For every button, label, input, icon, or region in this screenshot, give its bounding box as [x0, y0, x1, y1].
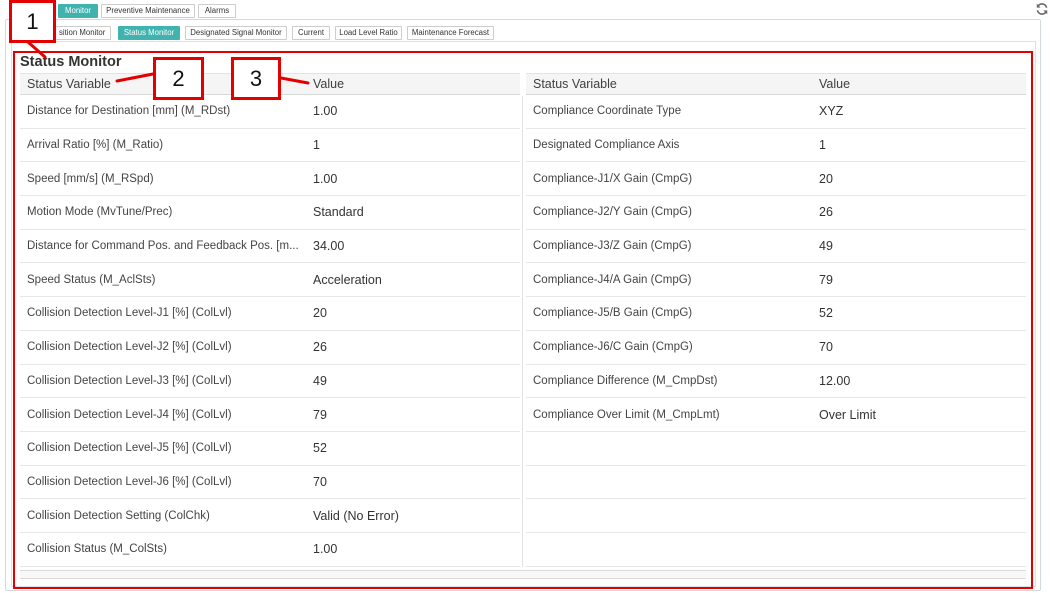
value-cell: XYZ	[819, 104, 844, 119]
value-cell: Over Limit	[819, 407, 876, 422]
value-cell: 49	[313, 373, 327, 388]
status-variable-cell: Compliance-J3/Z Gain (CmpG)	[533, 240, 692, 253]
tab-maintenance-forecast[interactable]: Maintenance Forecast	[407, 26, 494, 40]
table-header: Status Variable Value	[526, 73, 1026, 95]
table-row-empty	[526, 432, 1026, 466]
value-cell: Acceleration	[313, 272, 382, 287]
status-variable-cell: Compliance-J2/Y Gain (CmpG)	[533, 206, 692, 219]
value-cell: Standard	[313, 205, 364, 220]
table-row: Motion Mode (MvTune/Prec) Standard	[20, 196, 520, 230]
value-cell: 52	[313, 441, 327, 456]
status-variable-cell: Collision Detection Level-J3 [%] (ColLvl…	[27, 374, 232, 387]
refresh-icon[interactable]	[1035, 2, 1049, 16]
status-variable-cell: Collision Detection Level-J5 [%] (ColLvl…	[27, 442, 232, 455]
table-row: Compliance Difference (M_CmpDst) 12.00	[526, 365, 1026, 399]
table-row-empty	[526, 533, 1026, 567]
table-row: Compliance Over Limit (M_CmpLmt) Over Lim…	[526, 398, 1026, 432]
table-row: Designated Compliance Axis 1	[526, 129, 1026, 163]
value-cell: 34.00	[313, 239, 345, 254]
status-variable-cell: Speed Status (M_AclSts)	[27, 273, 156, 286]
value-cell: 20	[313, 306, 327, 321]
table-row-empty	[526, 499, 1026, 533]
status-variable-cell: Compliance-J5/B Gain (CmpG)	[533, 307, 693, 320]
table-row: Collision Detection Level-J1 [%] (ColLvl…	[20, 297, 520, 331]
table-row: Compliance Coordinate Type XYZ	[526, 95, 1026, 129]
table-row: Distance for Command Pos. and Feedback P…	[20, 230, 520, 264]
tab-monitor[interactable]: Monitor	[58, 4, 98, 18]
status-variable-cell: Compliance Coordinate Type	[533, 105, 682, 118]
value-cell: 52	[819, 306, 833, 321]
table-row: Collision Detection Level-J2 [%] (ColLvl…	[20, 331, 520, 365]
status-variable-cell: Collision Status (M_ColSts)	[27, 543, 167, 556]
table-divider	[522, 96, 523, 567]
table-row: Compliance-J5/B Gain (CmpG) 52	[526, 297, 1026, 331]
status-variable-cell: Arrival Ratio [%] (M_Ratio)	[27, 139, 164, 152]
status-table-right: Status Variable Value Compliance Coordin…	[526, 73, 1026, 567]
tab-load-level-ratio[interactable]: Load Level Ratio	[335, 26, 402, 40]
value-cell: 20	[819, 171, 833, 186]
table-row: Arrival Ratio [%] (M_Ratio) 1	[20, 129, 520, 163]
status-variable-cell: Motion Mode (MvTune/Prec)	[27, 206, 173, 219]
table-row: Collision Detection Level-J5 [%] (ColLvl…	[20, 432, 520, 466]
header-value: Value	[819, 77, 851, 91]
tab-position-monitor[interactable]: sition Monitor	[50, 26, 111, 40]
table-row: Collision Detection Setting (ColChk) Vali…	[20, 499, 520, 533]
value-cell: 49	[819, 239, 833, 254]
table-row: Collision Detection Level-J3 [%] (ColLvl…	[20, 365, 520, 399]
value-cell: 79	[819, 272, 833, 287]
status-variable-cell: Compliance-J1/X Gain (CmpG)	[533, 172, 693, 185]
table-row: Collision Detection Level-J4 [%] (ColLvl…	[20, 398, 520, 432]
status-variable-cell: Compliance-J4/A Gain (CmpG)	[533, 273, 692, 286]
value-cell: 79	[313, 407, 327, 422]
table-row: Collision Status (M_ColSts) 1.00	[20, 533, 520, 567]
table-row: Compliance-J3/Z Gain (CmpG) 49	[526, 230, 1026, 264]
table-row-empty	[526, 466, 1026, 500]
value-cell: 1	[819, 138, 826, 153]
status-table-left: Status Variable Value Distance for Desti…	[20, 73, 520, 567]
value-cell: 1.00	[313, 542, 338, 557]
status-variable-cell: Speed [mm/s] (M_RSpd)	[27, 172, 154, 185]
table-row: Distance for Destination [mm] (M_RDst) 1.…	[20, 95, 520, 129]
tab-preventive-maintenance[interactable]: Preventive Maintenance	[101, 4, 195, 18]
status-variable-cell: Distance for Command Pos. and Feedback P…	[27, 240, 299, 253]
header-value: Value	[313, 77, 345, 91]
table-row: Compliance-J4/A Gain (CmpG) 79	[526, 263, 1026, 298]
page-title: Status Monitor	[20, 54, 122, 70]
header-status-variable: Status Variable	[533, 77, 617, 91]
status-variable-cell: Collision Detection Level-J2 [%] (ColLvl…	[27, 341, 232, 354]
table-row: Collision Detection Level-J6 [%] (ColLvl…	[20, 466, 520, 500]
status-variable-cell: Collision Detection Setting (ColChk)	[27, 509, 210, 522]
table-row: Speed [mm/s] (M_RSpd) 1.00	[20, 162, 520, 197]
callout-2: 2	[153, 57, 204, 100]
horizontal-scrollbar[interactable]	[20, 570, 1026, 579]
tab-status-monitor[interactable]: Status Monitor	[118, 26, 180, 40]
callout-1: 1	[9, 0, 56, 43]
status-variable-cell: Collision Detection Level-J6 [%] (ColLvl…	[27, 475, 232, 488]
value-cell: 26	[819, 205, 833, 220]
status-variable-cell: Distance for Destination [mm] (M_RDst)	[27, 105, 231, 118]
value-cell: Valid (No Error)	[313, 508, 399, 523]
status-variable-cell: Collision Detection Level-J1 [%] (ColLvl…	[27, 307, 232, 320]
tab-alarms[interactable]: Alarms	[198, 4, 236, 18]
value-cell: 1.00	[313, 104, 338, 119]
status-variable-cell: Collision Detection Level-J4 [%] (ColLvl…	[27, 408, 232, 421]
value-cell: 70	[819, 340, 833, 355]
table-row: Speed Status (M_AclSts) Acceleration	[20, 263, 520, 298]
tab-current[interactable]: Current	[292, 26, 330, 40]
value-cell: 1	[313, 138, 320, 153]
status-variable-cell: Compliance Over Limit (M_CmpLmt)	[533, 408, 720, 421]
status-variable-cell: Compliance Difference (M_CmpDst)	[533, 374, 718, 387]
value-cell: 12.00	[819, 373, 851, 388]
tab-designated-signal-monitor[interactable]: Designated Signal Monitor	[185, 26, 287, 40]
value-cell: 26	[313, 340, 327, 355]
table-row: Compliance-J2/Y Gain (CmpG) 26	[526, 196, 1026, 230]
value-cell: 1.00	[313, 171, 338, 186]
status-variable-cell: Compliance-J6/C Gain (CmpG)	[533, 341, 693, 354]
value-cell: 70	[313, 474, 327, 489]
table-row: Compliance-J1/X Gain (CmpG) 20	[526, 162, 1026, 197]
callout-3: 3	[231, 57, 281, 100]
table-row: Compliance-J6/C Gain (CmpG) 70	[526, 331, 1026, 365]
status-variable-cell: Designated Compliance Axis	[533, 139, 680, 152]
